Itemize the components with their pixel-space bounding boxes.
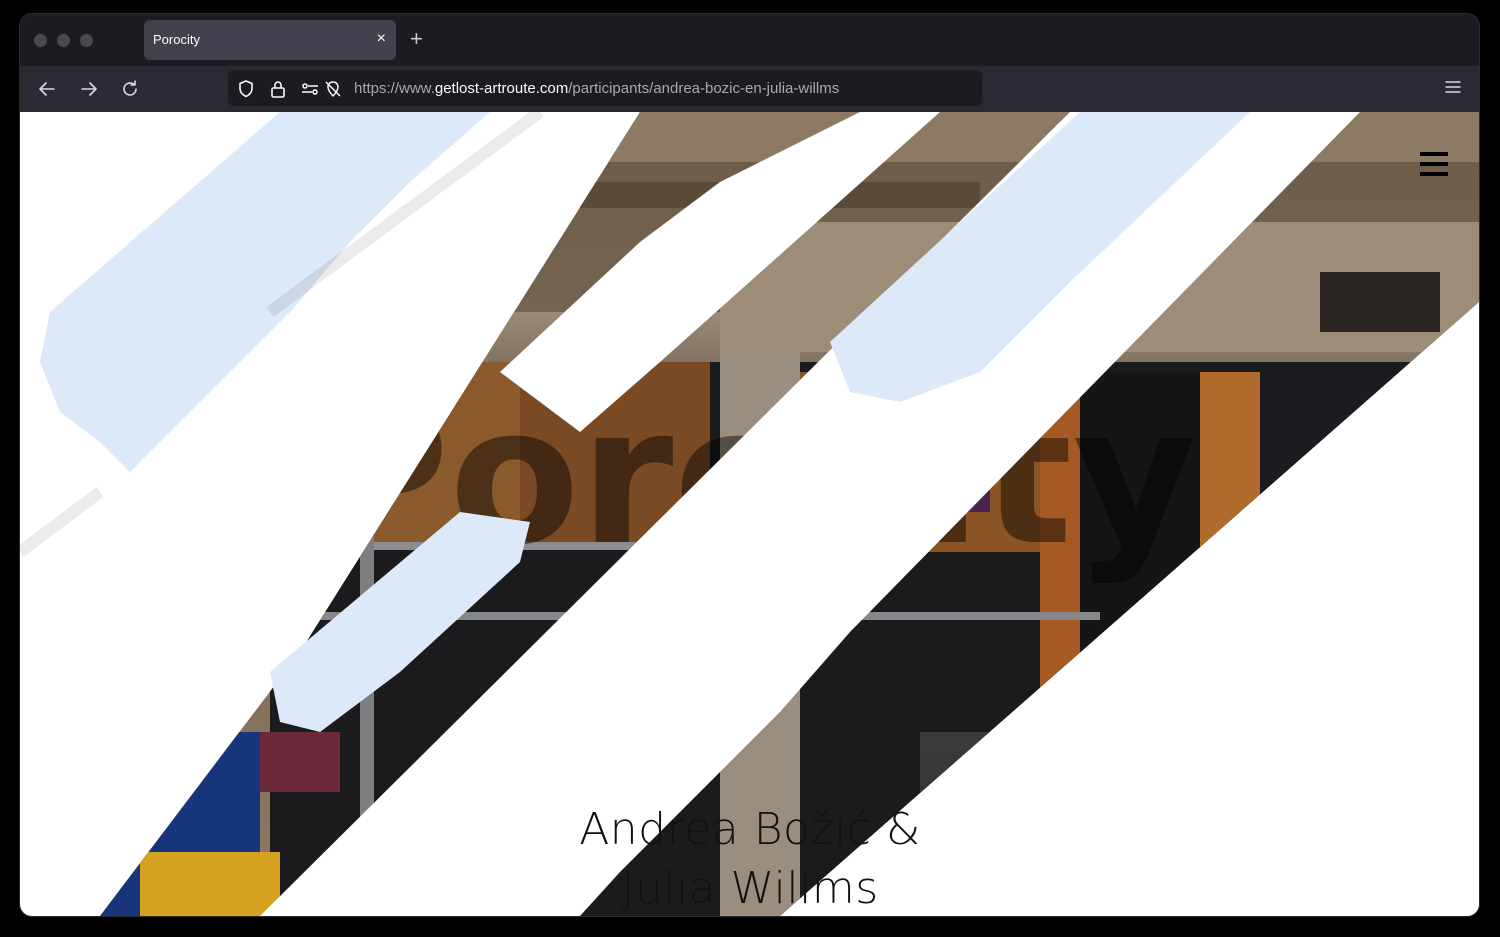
window-close-control[interactable] (34, 34, 47, 47)
hamburger-menu-icon[interactable] (1420, 152, 1448, 176)
participant-name-line1: Andrea Božić & (579, 804, 921, 855)
hero-collage: Porocity (20, 112, 1479, 916)
shield-icon[interactable] (236, 79, 256, 99)
page-content: Porocity (20, 112, 1479, 916)
url-path: /participants/andrea-bozic-en-julia-will… (568, 80, 840, 97)
participant-name: Andrea Božić & Julia Willms (500, 800, 1000, 916)
participant-name-line2: Julia Willms (621, 863, 879, 914)
url-prefix: https://www. (354, 80, 435, 97)
window-minimize-control[interactable] (57, 34, 70, 47)
tab-strip: Porocity × + (20, 14, 1479, 66)
navigation-toolbar: https://www.getlost-artroute.com/partici… (20, 66, 1479, 112)
address-bar[interactable]: https://www.getlost-artroute.com/partici… (228, 70, 982, 106)
app-menu-icon[interactable] (1445, 80, 1461, 94)
tab-porocity[interactable]: Porocity × (144, 20, 396, 60)
window-zoom-control[interactable] (80, 34, 93, 47)
back-icon[interactable] (36, 78, 58, 100)
tab-title: Porocity (153, 32, 200, 47)
url-domain: getlost-artroute.com (434, 80, 569, 97)
forward-icon[interactable] (78, 78, 100, 100)
new-tab-button[interactable]: + (410, 26, 423, 52)
permissions-icon[interactable] (300, 79, 320, 99)
lock-icon[interactable] (268, 79, 288, 99)
browser-window: Porocity × + https://www.getlost-artrout… (20, 14, 1479, 916)
close-tab-icon[interactable]: × (377, 29, 386, 49)
tracking-icon[interactable] (323, 79, 343, 99)
url-text[interactable]: https://www.getlost-artroute.com/partici… (354, 80, 914, 97)
reload-icon[interactable] (119, 78, 141, 100)
